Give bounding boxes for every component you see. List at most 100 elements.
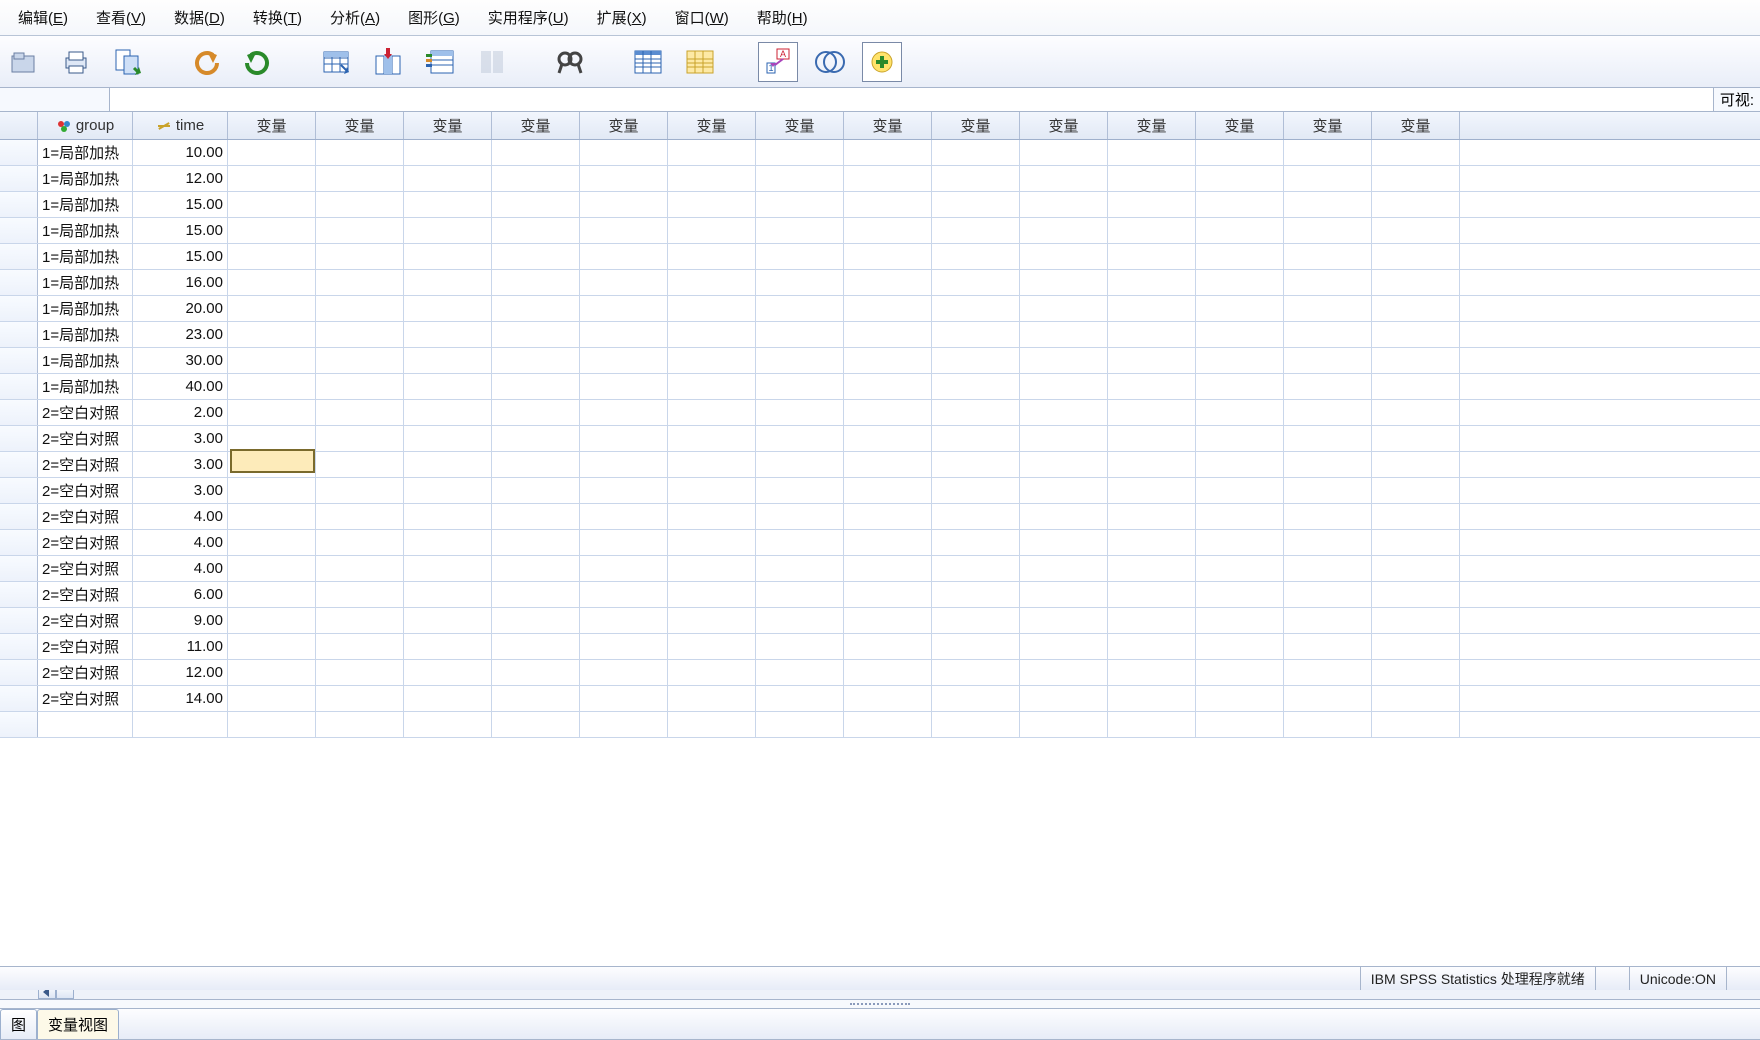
cell-blank[interactable]	[932, 348, 1020, 373]
cell-blank[interactable]	[1020, 166, 1108, 191]
cell-blank[interactable]	[580, 192, 668, 217]
cell-blank[interactable]	[668, 478, 756, 503]
cell-blank[interactable]	[1372, 686, 1460, 711]
cell-blank[interactable]	[404, 192, 492, 217]
cell-blank[interactable]	[404, 582, 492, 607]
cell-blank[interactable]	[228, 218, 316, 243]
cell-group[interactable]: 2=空白对照	[38, 660, 133, 685]
row-number[interactable]	[0, 582, 38, 607]
cell-blank[interactable]	[316, 452, 404, 477]
cell-blank[interactable]	[1196, 166, 1284, 191]
cell-blank[interactable]	[844, 582, 932, 607]
cell-blank[interactable]	[1108, 192, 1196, 217]
cell-time[interactable]: 15.00	[133, 218, 228, 243]
cell-blank[interactable]	[844, 322, 932, 347]
cell-blank[interactable]	[1284, 374, 1372, 399]
cell-blank[interactable]	[844, 712, 932, 737]
cell-blank[interactable]	[316, 400, 404, 425]
cell-blank[interactable]	[1284, 504, 1372, 529]
cell-blank[interactable]	[668, 374, 756, 399]
cell-blank[interactable]	[228, 296, 316, 321]
cell-blank[interactable]	[1284, 712, 1372, 737]
cell-blank[interactable]	[1372, 270, 1460, 295]
menu-e[interactable]: 编辑(E)	[4, 3, 82, 32]
cell-blank[interactable]	[1196, 140, 1284, 165]
cell-blank[interactable]	[668, 322, 756, 347]
cell-blank[interactable]	[1196, 712, 1284, 737]
cell-blank[interactable]	[1372, 426, 1460, 451]
cell-blank[interactable]	[1372, 712, 1460, 737]
column-header-blank[interactable]: 变量	[228, 112, 316, 139]
cell-group[interactable]: 1=局部加热	[38, 218, 133, 243]
column-header-blank[interactable]: 变量	[668, 112, 756, 139]
row-number[interactable]	[0, 478, 38, 503]
cell-blank[interactable]	[932, 582, 1020, 607]
cell-blank[interactable]	[580, 140, 668, 165]
table-row[interactable]: 1=局部加热40.00	[0, 374, 1760, 400]
cell-blank[interactable]	[668, 608, 756, 633]
cell-blank[interactable]	[316, 686, 404, 711]
cell-blank[interactable]	[1020, 218, 1108, 243]
row-number[interactable]	[0, 322, 38, 347]
cell-blank[interactable]	[1196, 374, 1284, 399]
cell-blank[interactable]	[756, 504, 844, 529]
table-row[interactable]: 1=局部加热23.00	[0, 322, 1760, 348]
row-number[interactable]	[0, 556, 38, 581]
cell-blank[interactable]	[1020, 140, 1108, 165]
cell-group[interactable]: 2=空白对照	[38, 400, 133, 425]
cell-blank[interactable]	[844, 426, 932, 451]
cell-blank[interactable]	[1284, 400, 1372, 425]
cell-blank[interactable]	[1284, 530, 1372, 555]
cell-blank[interactable]	[1020, 634, 1108, 659]
cell-group[interactable]	[38, 712, 133, 737]
cell-blank[interactable]	[404, 322, 492, 347]
recall-dialog-button[interactable]	[108, 42, 148, 82]
cell-blank[interactable]	[844, 556, 932, 581]
cell-group[interactable]: 2=空白对照	[38, 504, 133, 529]
cell-blank[interactable]	[1284, 166, 1372, 191]
cell-group[interactable]: 1=局部加热	[38, 244, 133, 269]
row-number[interactable]	[0, 400, 38, 425]
cell-blank[interactable]	[228, 166, 316, 191]
table-row[interactable]: 2=空白对照3.00	[0, 478, 1760, 504]
cell-blank[interactable]	[932, 426, 1020, 451]
cell-time[interactable]: 30.00	[133, 348, 228, 373]
cell-reference-box[interactable]	[0, 88, 110, 111]
cell-blank[interactable]	[492, 478, 580, 503]
cell-time[interactable]: 12.00	[133, 660, 228, 685]
cell-blank[interactable]	[1108, 504, 1196, 529]
cell-blank[interactable]	[228, 348, 316, 373]
row-number[interactable]	[0, 244, 38, 269]
cell-time[interactable]: 10.00	[133, 140, 228, 165]
row-number[interactable]	[0, 504, 38, 529]
cell-blank[interactable]	[668, 556, 756, 581]
pane-resize-grip[interactable]	[0, 1000, 1760, 1008]
cell-blank[interactable]	[1372, 166, 1460, 191]
cell-blank[interactable]	[668, 166, 756, 191]
cell-blank[interactable]	[492, 660, 580, 685]
cell-blank[interactable]	[228, 478, 316, 503]
cell-time[interactable]	[133, 712, 228, 737]
cell-blank[interactable]	[580, 660, 668, 685]
cell-blank[interactable]	[1372, 140, 1460, 165]
cell-blank[interactable]	[1108, 140, 1196, 165]
cell-blank[interactable]	[844, 478, 932, 503]
cell-blank[interactable]	[756, 634, 844, 659]
cell-group[interactable]: 2=空白对照	[38, 634, 133, 659]
data-grid[interactable]: group time 变量变量变量变量变量变量变量变量变量变量变量变量变量变量 …	[0, 112, 1760, 982]
cell-time[interactable]: 3.00	[133, 426, 228, 451]
column-header-time[interactable]: time	[133, 112, 228, 139]
cell-blank[interactable]	[228, 634, 316, 659]
cell-blank[interactable]	[1284, 634, 1372, 659]
cell-blank[interactable]	[228, 556, 316, 581]
row-number[interactable]	[0, 530, 38, 555]
cell-group[interactable]: 1=局部加热	[38, 192, 133, 217]
tab-data-view[interactable]: 图	[0, 1009, 37, 1039]
cell-blank[interactable]	[1108, 426, 1196, 451]
cell-blank[interactable]	[756, 452, 844, 477]
cell-blank[interactable]	[228, 660, 316, 685]
cell-blank[interactable]	[1020, 374, 1108, 399]
cell-blank[interactable]	[492, 634, 580, 659]
row-number[interactable]	[0, 608, 38, 633]
cell-blank[interactable]	[1196, 556, 1284, 581]
